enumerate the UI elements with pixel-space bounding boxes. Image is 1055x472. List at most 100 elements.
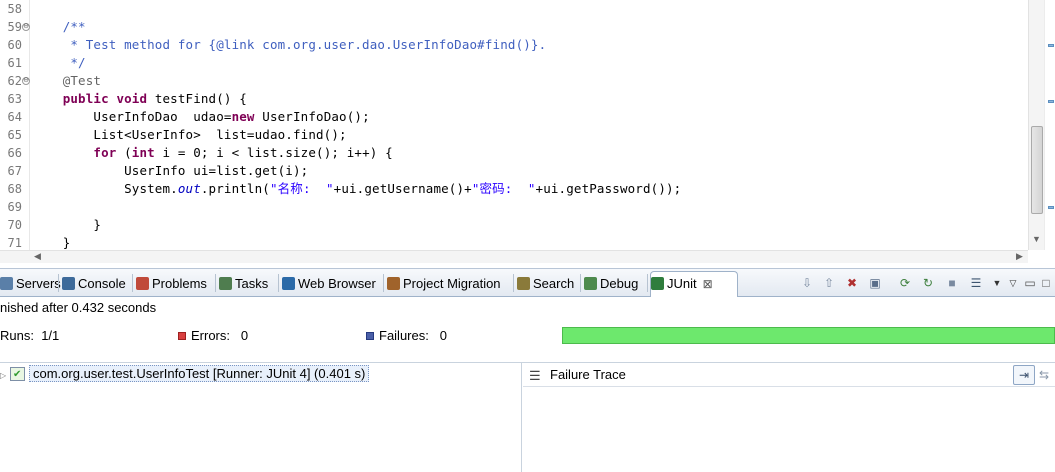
rerun-test-icon[interactable]: ⟳ — [898, 276, 912, 290]
debug-icon — [584, 277, 597, 290]
tab-separator — [132, 274, 133, 292]
line-number: 65 — [7, 128, 22, 142]
close-tab-icon[interactable]: ⊠ — [703, 277, 713, 291]
line-number: 70 — [7, 218, 22, 232]
tab-label: Project Migration — [403, 276, 501, 291]
code-token: List<UserInfo> list=udao.find(); — [32, 127, 347, 142]
scroll-down-arrow-icon[interactable]: ▼ — [1032, 234, 1041, 244]
maximize-view-icon[interactable]: □ — [1039, 276, 1053, 290]
overview-marker[interactable] — [1048, 100, 1054, 103]
code-line: } — [32, 216, 101, 234]
horizontal-scrollbar[interactable]: ◀ ▶ — [0, 250, 1028, 263]
line-number: 62 — [7, 74, 22, 88]
migration-icon — [387, 277, 400, 290]
code-token: testFind() { — [147, 91, 247, 106]
overview-marker[interactable] — [1048, 44, 1054, 47]
code-token: UserInfoDao(); — [254, 109, 370, 124]
tab-web-browser[interactable]: Web Browser — [282, 274, 376, 294]
fold-toggle-icon[interactable]: ⊖ — [22, 23, 30, 31]
code-line: System.out.println("名称: "+ui.getUsername… — [32, 180, 681, 198]
show-failures-only-icon[interactable]: ✖ — [845, 276, 859, 290]
code-token: i = 0; i < list.size(); i++) { — [154, 145, 393, 160]
problems-icon — [136, 277, 149, 290]
line-number: 59 — [7, 20, 22, 34]
tab-label: JUnit — [667, 276, 697, 291]
code-token: +ui.getUsername()+ — [333, 181, 472, 196]
overview-ruler[interactable] — [1044, 0, 1055, 250]
tab-label: Debug — [600, 276, 639, 291]
minimize-view-icon[interactable]: ▭ — [1023, 276, 1037, 290]
tab-tasks[interactable]: Tasks — [219, 274, 268, 294]
history-dropdown-icon[interactable]: ▼ — [990, 276, 1004, 290]
line-number: 61 — [7, 56, 22, 70]
code-token: UserInfoDao udao= — [32, 109, 232, 124]
tab-separator — [215, 274, 216, 292]
tab-problems[interactable]: Problems — [136, 274, 207, 294]
code-token: out — [177, 181, 201, 196]
failure-trace-header: ☰ Failure Trace ⇥ ⇆ — [523, 363, 1055, 387]
finished-status: nished after 0.432 seconds — [0, 300, 157, 315]
search-icon — [517, 277, 530, 290]
test-tree-item-label[interactable]: com.org.user.test.UserInfoTest [Runner: … — [29, 365, 370, 382]
next-failure-icon[interactable]: ⇩ — [800, 276, 814, 290]
tab-junit[interactable]: JUnit ⊠ — [651, 274, 713, 294]
test-tree-item[interactable]: ▷ com.org.user.test.UserInfoTest [Runner:… — [0, 365, 370, 385]
code-line: UserInfo ui=list.get(i); — [32, 162, 308, 180]
tab-label: Tasks — [235, 276, 269, 291]
code-token: } — [32, 217, 102, 232]
scroll-left-arrow-icon[interactable]: ◀ — [34, 251, 41, 262]
vertical-scrollbar-thumb[interactable] — [1031, 126, 1043, 214]
tab-label: Problems — [152, 276, 207, 291]
code-token: "名称: " — [269, 181, 334, 196]
vertical-scrollbar[interactable]: ▼ — [1028, 0, 1044, 250]
line-number: 58 — [7, 2, 22, 16]
code-editor[interactable]: 58 59 ⊖ 60 61 62 ⊖ 63 64 65 66 67 68 69 70 71 /** * Tes… — [0, 0, 1055, 263]
scroll-lock-icon[interactable]: ▣ — [868, 276, 882, 290]
rerun-failed-first-icon[interactable]: ↻ — [921, 276, 935, 290]
tab-label: Web Browser — [298, 276, 376, 291]
tab-separator — [383, 274, 384, 292]
code-line: for (int i = 0; i < list.size(); i++) { — [32, 144, 393, 162]
fold-toggle-icon[interactable]: ⊖ — [22, 77, 30, 85]
code-line: * Test method for {@link com.org.user.da… — [32, 36, 546, 54]
globe-icon — [282, 277, 295, 290]
servers-icon — [0, 277, 13, 290]
compare-results-icon[interactable]: ⇆ — [1039, 365, 1055, 385]
scroll-right-arrow-icon[interactable]: ▶ — [1016, 251, 1023, 262]
tab-project-migration[interactable]: Project Migration — [387, 274, 501, 294]
tab-debug[interactable]: Debug — [584, 274, 638, 294]
previous-failure-icon[interactable]: ⇧ — [822, 276, 836, 290]
code-line: /** — [32, 18, 86, 36]
runs-label: Runs: — [0, 328, 34, 343]
console-icon — [62, 277, 75, 290]
test-tree[interactable]: ▷ com.org.user.test.UserInfoTest [Runner:… — [0, 363, 522, 472]
errors-counter: Errors: 0 — [178, 328, 248, 343]
tab-label: Search — [533, 276, 575, 291]
runs-counter: Runs: 1/1 — [0, 328, 59, 343]
code-token: System. — [32, 181, 178, 196]
code-token: UserInfo ui=list.get(i); — [32, 163, 309, 178]
line-number: 68 — [7, 182, 22, 196]
test-progress-bar — [562, 327, 1055, 344]
code-token: .println( — [200, 181, 270, 196]
code-line: UserInfoDao udao=new UserInfoDao(); — [32, 108, 370, 126]
tab-servers[interactable]: Servers — [0, 274, 61, 294]
errors-value: 0 — [240, 328, 249, 343]
line-number: 60 — [7, 38, 22, 52]
stop-icon[interactable]: ■ — [945, 276, 959, 290]
junit-icon — [651, 277, 664, 290]
tab-search[interactable]: Search — [517, 274, 574, 294]
views-tab-bar: Servers Console Problems Tasks Web Browser Pr… — [0, 268, 1055, 298]
expand-arrow-icon[interactable]: ▷ — [0, 367, 10, 385]
view-menu-icon[interactable]: ▽ — [1006, 276, 1020, 290]
filter-stack-trace-button[interactable]: ⇥ — [1013, 365, 1035, 385]
overview-marker[interactable] — [1048, 206, 1054, 209]
test-run-history-icon[interactable]: ☰ — [969, 276, 983, 290]
code-token: int — [131, 145, 155, 160]
code-area[interactable]: /** * Test method for {@link com.org.use… — [32, 0, 1027, 250]
tab-console[interactable]: Console — [62, 274, 126, 294]
runs-value: 1/1 — [41, 328, 60, 343]
code-token: @Test — [32, 73, 102, 88]
